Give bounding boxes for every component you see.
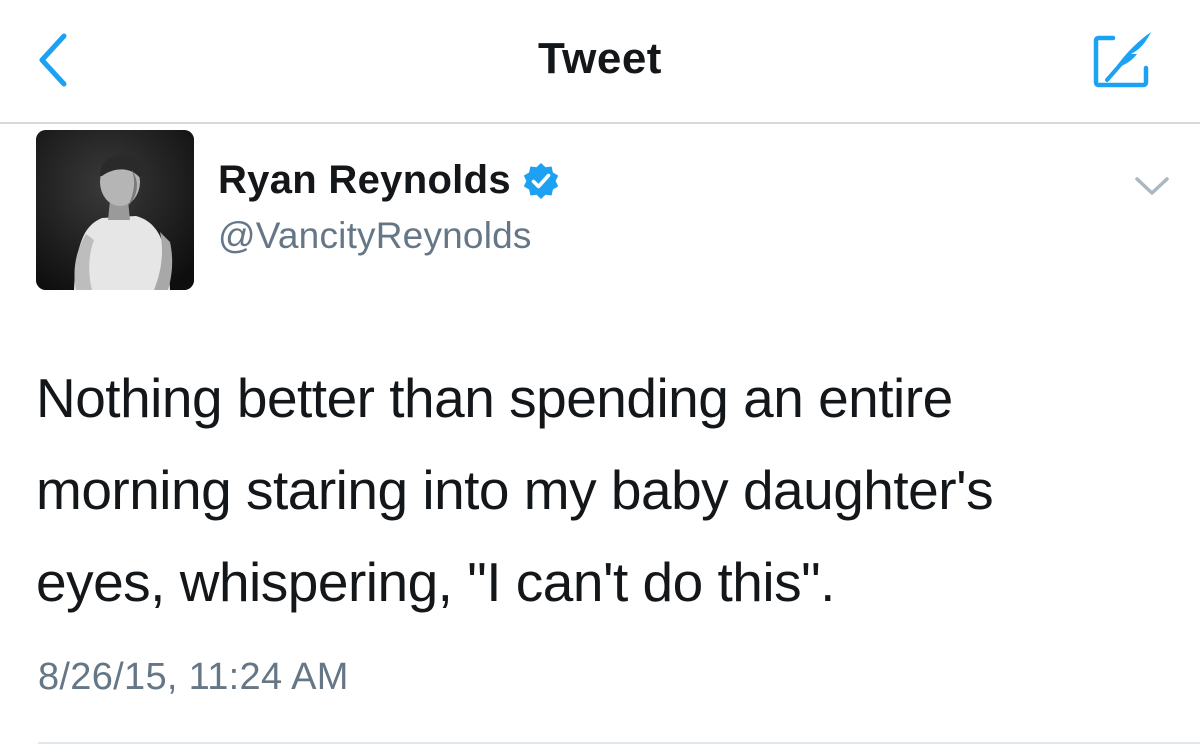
navigation-bar: Tweet (0, 0, 1200, 124)
tweet-text-line: morning staring into my baby daughter's (36, 459, 994, 521)
author-handle[interactable]: @VancityReynolds (218, 215, 532, 257)
profile-photo (36, 130, 194, 290)
divider (38, 742, 1200, 744)
chevron-down-icon (1135, 177, 1169, 195)
compose-tweet-button[interactable] (1088, 26, 1160, 92)
tweet-text-line: eyes, whispering, "I can't do this". (36, 551, 835, 613)
tweet-text-line: Nothing better than spending an entire (36, 367, 953, 429)
avatar[interactable] (36, 130, 194, 290)
verified-badge-icon (521, 161, 561, 201)
tweet-text: Nothing better than spending an entire m… (36, 352, 1166, 628)
tweet-timestamp: 8/26/15, 11:24 AM (38, 656, 349, 698)
tweet-more-options-button[interactable] (1130, 168, 1174, 204)
author-name-row: Ryan Reynolds (218, 158, 561, 203)
compose-quill-icon (1093, 32, 1151, 88)
author-name[interactable]: Ryan Reynolds (218, 158, 511, 203)
page-title: Tweet (538, 34, 662, 83)
